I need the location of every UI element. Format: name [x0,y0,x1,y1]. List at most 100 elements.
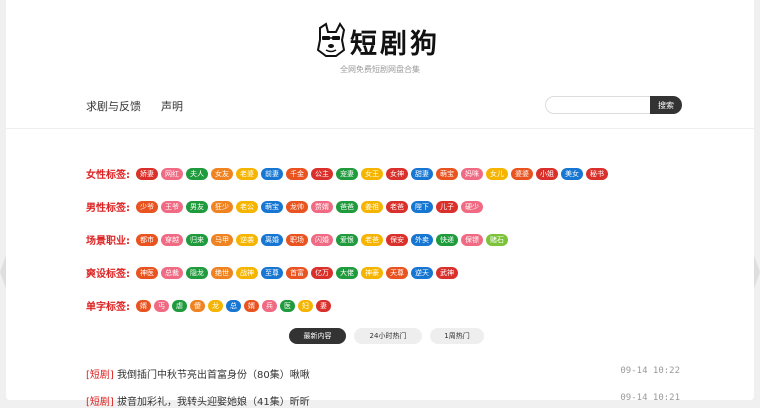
tag-pill[interactable]: 丐 [154,299,169,312]
tag-pill[interactable]: 赘婿 [311,200,333,213]
search-input[interactable] [545,96,650,114]
item-category-badge: [短剧] [86,370,114,381]
tag-pill[interactable]: 宠妻 [336,167,358,180]
tab-week-hot[interactable]: 1周热门 [430,328,484,344]
tag-pill[interactable]: 美女 [561,167,583,180]
tag-pill[interactable]: 职场 [286,233,308,246]
search-button[interactable]: 搜索 [650,96,682,114]
tag-pill[interactable]: 战神 [236,266,258,279]
tag-pill[interactable]: 夫人 [186,167,208,180]
tag-pill[interactable]: 龙 [208,299,223,312]
tag-pill[interactable]: 老爸 [386,200,408,213]
tag-list: 都市 穿越 归来 马甲 逆袭 离婚 职场 闪婚 爱恨 老爸 保安 外卖 快递 保镖 赌石 [136,233,508,246]
tag-pill[interactable]: 虐 [172,299,187,312]
tag-pill[interactable]: 医 [280,299,295,312]
tag-pill[interactable]: 王爷 [161,200,183,213]
tag-pill[interactable]: 女王 [361,167,383,180]
site-logo[interactable]: 短剧狗 [314,20,454,60]
tag-pill[interactable]: 女儿 [486,167,508,180]
tag-pill[interactable]: 逆袭 [236,233,258,246]
tag-pill[interactable]: 娇妻 [136,167,158,180]
tag-list: 婿丐虐傻龙总婿兵医妇妻 [136,299,331,312]
tag-pill[interactable]: 天尊 [386,266,408,279]
tag-pill[interactable]: 快递 [436,233,458,246]
list-item[interactable]: [短剧] 我倒插门中秋节亮出首富身份（80集）啾啾 09-14 10:22 [86,366,680,381]
tag-pill[interactable]: 女神 [386,167,408,180]
tag-pill[interactable]: 傻 [190,299,205,312]
tag-pill[interactable]: 隐龙 [186,266,208,279]
tag-pill[interactable]: 萌宝 [261,200,283,213]
list-item[interactable]: [短剧] 拔音加彩礼，我转头迎娶她娘（41集）昕昕 09-14 10:21 [86,393,680,408]
tag-pill[interactable]: 婿 [136,299,151,312]
tag-pill[interactable]: 保安 [386,233,408,246]
tag-pill[interactable]: 龙帅 [286,200,308,213]
tag-pill[interactable]: 神豪 [361,266,383,279]
tag-pill[interactable]: 离婚 [261,233,283,246]
tag-pill[interactable]: 秘书 [586,167,608,180]
search-form: 搜索 [545,96,682,114]
tag-pill[interactable]: 婿 [244,299,259,312]
tag-pill[interactable]: 妇 [298,299,313,312]
site-subtitle: 全网免费短剧网盘合集 [340,65,420,74]
tag-pill[interactable]: 外卖 [411,233,433,246]
tab-latest[interactable]: 最新内容 [289,328,346,344]
tag-pill[interactable]: 都市 [136,233,158,246]
logo-text: 短剧狗 [350,29,440,60]
tag-pill[interactable]: 姜祖 [361,200,383,213]
tag-pill[interactable]: 萌宝 [436,167,458,180]
tag-pill[interactable]: 陛下 [411,200,433,213]
item-title[interactable]: 我倒插门中秋节亮出首富身份（80集）啾啾 [117,370,310,381]
tag-pill[interactable]: 甜妻 [411,167,433,180]
content-tabs: 最新内容 24小时热门 1周热门 [289,328,484,344]
tag-pill[interactable]: 马甲 [211,233,233,246]
item-title[interactable]: 拔音加彩礼，我转头迎娶她娘（41集）昕昕 [117,397,310,408]
nav-item-request-feedback[interactable]: 求剧与反馈 [86,98,141,114]
tag-pill[interactable]: 神医 [136,266,158,279]
tag-section-label: 爽设标签: [86,269,130,280]
tag-pill[interactable]: 绝世 [211,266,233,279]
item-time: 09-14 10:22 [620,366,680,376]
tag-pill[interactable]: 爱恨 [336,233,358,246]
tag-pill[interactable]: 婆婆 [511,167,533,180]
tag-pill[interactable]: 闪婚 [311,233,333,246]
tag-pill[interactable]: 赌石 [486,233,508,246]
tag-pill[interactable]: 网红 [161,167,183,180]
tag-pill[interactable]: 老公 [236,200,258,213]
tag-pill[interactable]: 总裁 [161,266,183,279]
male-tags-row: 男性标签: 少爷 王爷 男友 狂少 老公 萌宝 龙帅 赘婿 爸爸 姜祖 老爸 陛下 儿子 硬少 [86,199,483,214]
tag-pill[interactable]: 公主 [311,167,333,180]
tag-pill[interactable]: 女友 [211,167,233,180]
tag-pill[interactable]: 武神 [436,266,458,279]
tag-pill[interactable]: 大佬 [336,266,358,279]
tag-pill[interactable]: 兵 [262,299,277,312]
nav-item-statement[interactable]: 声明 [161,98,183,114]
tag-pill[interactable]: 逆天 [411,266,433,279]
tag-pill[interactable]: 至尊 [261,266,283,279]
tag-pill[interactable]: 硬少 [461,200,483,213]
female-tags-row: 女性标签: 娇妻 网红 夫人 女友 老婆 前妻 千金 公主 宠妻 女王 女神 甜妻 萌宝 妈咪 女儿 婆婆 小姐美… [86,166,608,181]
tag-pill[interactable]: 穿越 [161,233,183,246]
tag-pill[interactable]: 保镖 [461,233,483,246]
tag-pill[interactable]: 妻 [316,299,331,312]
item-category-badge: [短剧] [86,397,114,408]
tag-pill[interactable]: 儿子 [436,200,458,213]
tag-pill[interactable]: 亿万 [311,266,333,279]
tag-pill[interactable]: 爸爸 [336,200,358,213]
tag-list: 神医 总裁 隐龙 绝世 战神 至尊 首富 亿万 大佬 神豪 天尊 逆天 武神 [136,266,458,279]
tab-24h-hot[interactable]: 24小时热门 [354,328,422,344]
main-container: 短剧狗 全网免费短剧网盘合集 求剧与反馈 声明 搜索 女性标签: 娇妻 网红 夫人 女友… [6,0,754,408]
tag-pill[interactable]: 少爷 [136,200,158,213]
tag-pill[interactable]: 前妻 [261,167,283,180]
tag-pill[interactable]: 小姐 [536,167,558,180]
tag-pill[interactable]: 归来 [186,233,208,246]
tag-pill[interactable]: 老婆 [236,167,258,180]
tag-pill[interactable]: 千金 [286,167,308,180]
tag-pill[interactable]: 狂少 [211,200,233,213]
tag-pill[interactable]: 老爸 [361,233,383,246]
tag-pill[interactable]: 妈咪 [461,167,483,180]
tag-section-label: 单字标签: [86,302,130,313]
cool-tags-row: 爽设标签: 神医 总裁 隐龙 绝世 战神 至尊 首富 亿万 大佬 神豪 天尊 逆天 武神 [86,265,458,280]
tag-pill[interactable]: 首富 [286,266,308,279]
tag-pill[interactable]: 男友 [186,200,208,213]
tag-pill[interactable]: 总 [226,299,241,312]
